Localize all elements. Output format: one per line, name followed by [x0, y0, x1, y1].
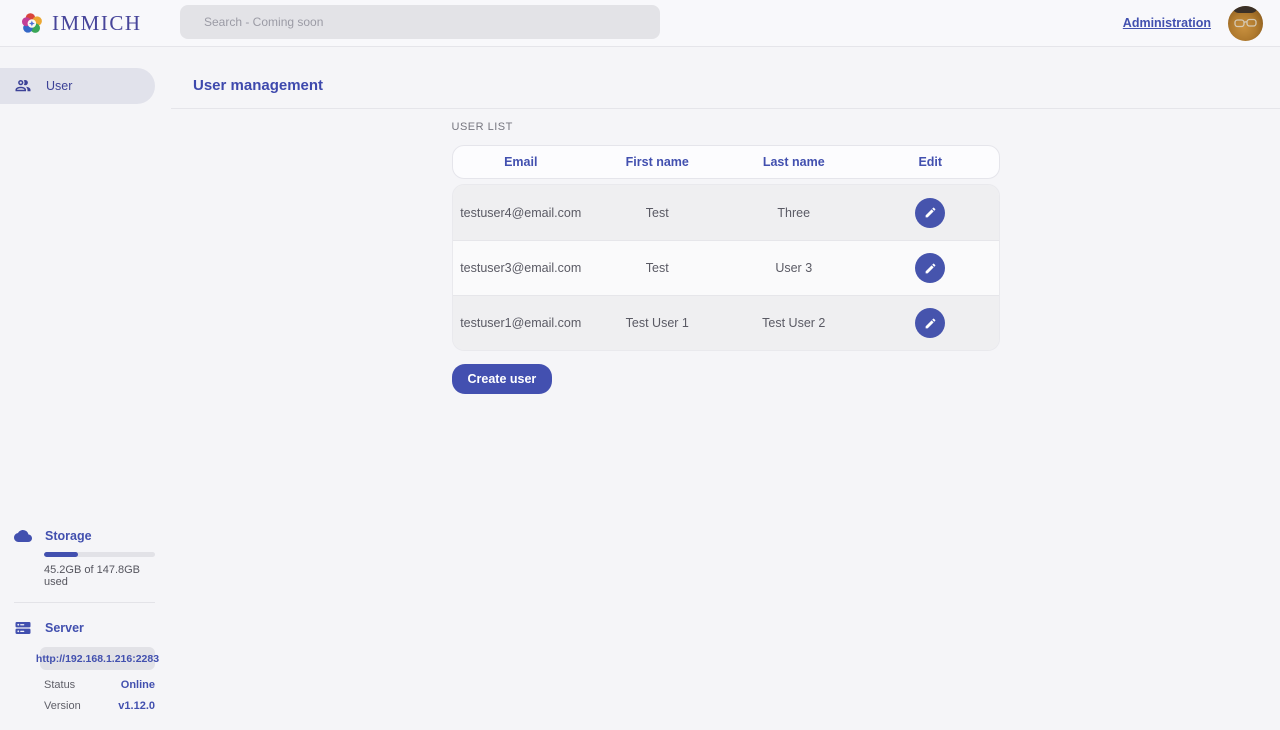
cell-last-name: User 3	[726, 261, 863, 275]
cell-email: testuser4@email.com	[453, 206, 590, 220]
sidebar-divider	[14, 602, 155, 603]
people-icon	[14, 77, 32, 95]
table-row: testuser4@email.com Test Three	[453, 185, 999, 240]
table-row: testuser1@email.com Test User 1 Test Use…	[453, 295, 999, 350]
column-header-email: Email	[453, 155, 590, 169]
cell-first-name: Test	[589, 206, 726, 220]
cell-email: testuser1@email.com	[453, 316, 590, 330]
main-content: User management USER LIST Email First na…	[171, 47, 1280, 730]
pencil-icon	[924, 262, 937, 275]
server-title: Server	[45, 621, 84, 635]
create-user-button[interactable]: Create user	[452, 364, 553, 394]
cell-first-name: Test User 1	[589, 316, 726, 330]
search-bar[interactable]	[180, 5, 660, 39]
search-input[interactable]	[180, 5, 660, 39]
user-list-label: USER LIST	[452, 121, 1000, 133]
storage-title: Storage	[45, 529, 92, 543]
top-navbar: IMMICH Administration	[0, 0, 1280, 47]
table-row: testuser3@email.com Test User 3	[453, 240, 999, 295]
column-header-edit: Edit	[862, 155, 999, 169]
sidebar-item-user-label: User	[46, 79, 72, 93]
storage-section: Storage 45.2GB of 147.8GB used	[14, 527, 155, 588]
server-url-badge: http://192.168.1.216:2283	[40, 647, 155, 670]
version-value: v1.12.0	[118, 700, 155, 712]
storage-usage-text: 45.2GB of 147.8GB used	[44, 564, 155, 588]
user-table-header: Email First name Last name Edit	[452, 145, 1000, 179]
sidebar: User Storage 45.2GB of 147.8GB used	[0, 47, 171, 730]
app-logo[interactable]: IMMICH	[20, 11, 142, 36]
navbar-right: Administration	[1123, 6, 1263, 41]
pencil-icon	[924, 206, 937, 219]
cloud-icon	[14, 527, 32, 545]
cell-email: testuser3@email.com	[453, 261, 590, 275]
page-title: User management	[193, 77, 1280, 94]
cell-first-name: Test	[589, 261, 726, 275]
edit-user-button[interactable]	[915, 198, 945, 228]
administration-link[interactable]: Administration	[1123, 16, 1211, 30]
user-table-body: testuser4@email.com Test Three	[452, 184, 1000, 351]
column-header-first-name: First name	[589, 155, 726, 169]
storage-progress-fill	[44, 552, 78, 557]
server-status-row: Status Online	[44, 679, 155, 691]
status-label: Status	[44, 679, 75, 691]
storage-progress-bar	[44, 552, 155, 557]
cell-last-name: Three	[726, 206, 863, 220]
sidebar-item-user[interactable]: User	[0, 68, 155, 104]
edit-user-button[interactable]	[915, 253, 945, 283]
status-value: Online	[121, 679, 155, 691]
column-header-last-name: Last name	[726, 155, 863, 169]
immich-flower-icon	[20, 11, 45, 36]
server-version-row: Version v1.12.0	[44, 700, 155, 712]
pencil-icon	[924, 317, 937, 330]
glasses-photo	[1228, 6, 1263, 41]
sidebar-footer: Storage 45.2GB of 147.8GB used	[0, 527, 155, 730]
server-icon	[14, 619, 32, 637]
server-section: Server http://192.168.1.216:2283 Status …	[14, 619, 155, 712]
user-avatar[interactable]	[1228, 6, 1263, 41]
edit-user-button[interactable]	[915, 308, 945, 338]
logo-text: IMMICH	[52, 11, 142, 36]
cell-last-name: Test User 2	[726, 316, 863, 330]
version-label: Version	[44, 700, 81, 712]
